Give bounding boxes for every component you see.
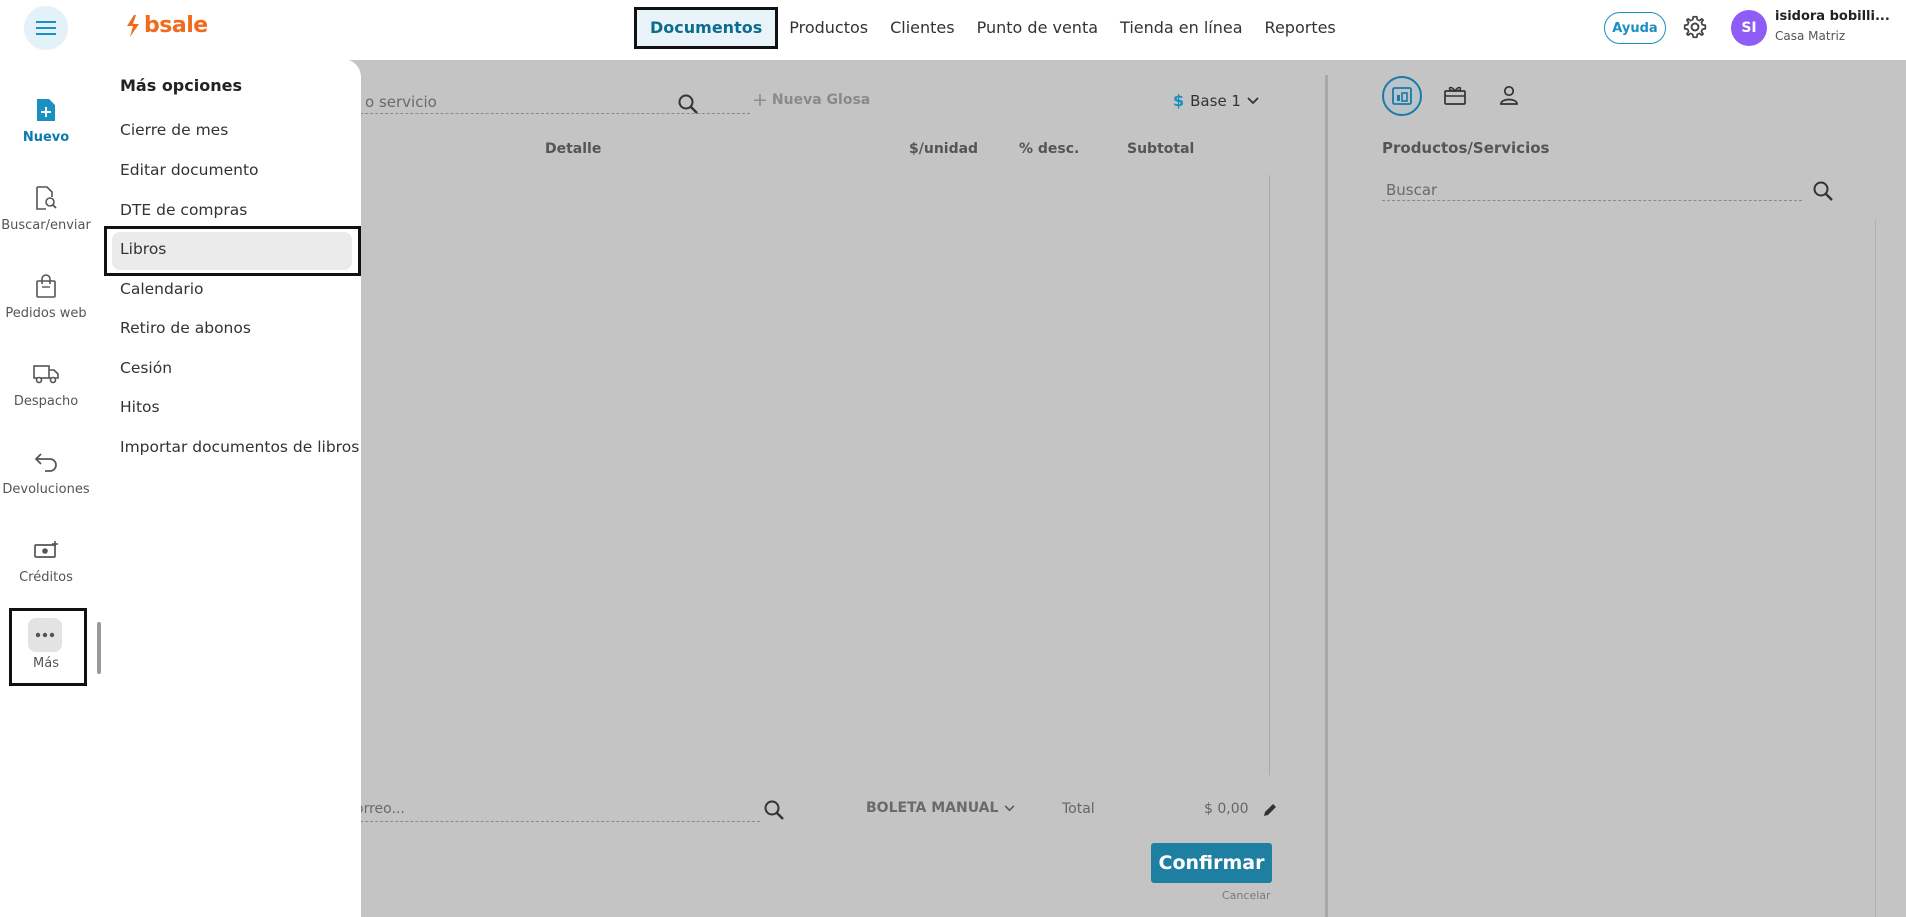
cancel-link[interactable]: Cancelar [1222, 889, 1271, 902]
confirm-button[interactable]: Confirmar [1151, 843, 1272, 883]
column-header-discount: % desc. [1019, 141, 1080, 157]
credit-money-icon [32, 536, 60, 564]
products-grid-icon [1392, 87, 1412, 105]
rail-item-despacho[interactable]: Despacho [0, 360, 92, 409]
document-editor-panel: o servicio + Nueva Glosa $ Base 1 Detall… [270, 75, 1328, 917]
product-list-search-underline [1382, 200, 1802, 201]
customer-email-input[interactable]: orreo... [355, 801, 405, 817]
panel-scroll-track [1875, 220, 1876, 917]
gear-icon[interactable] [1682, 14, 1708, 40]
rail-item-label: Devoluciones [2, 482, 90, 497]
nav-punto-de-venta[interactable]: Punto de venta [966, 7, 1109, 49]
truck-icon [32, 360, 60, 388]
rail-item-label: Buscar/enviar [1, 218, 91, 233]
search-document-icon [32, 184, 60, 212]
menu-item-libros[interactable]: Libros [120, 240, 166, 258]
document-type-value: BOLETA MANUAL [866, 800, 999, 816]
help-button[interactable]: Ayuda [1604, 12, 1666, 44]
rail-item-label: Despacho [13, 394, 79, 409]
total-label: Total [1062, 801, 1095, 817]
product-search-input[interactable]: o servicio [365, 93, 437, 111]
main-nav: Documentos Productos Clientes Punto de v… [634, 7, 1347, 49]
products-side-panel: Productos/Servicios Buscar [1330, 60, 1906, 917]
user-name[interactable]: isidora bobilli... [1775, 9, 1890, 24]
currency-symbol: $ [1173, 91, 1185, 110]
document-type-select[interactable]: BOLETA MANUAL [866, 800, 1015, 816]
menu-item-hitos[interactable]: Hitos [120, 398, 160, 416]
menu-item-dte-de-compras[interactable]: DTE de compras [120, 201, 247, 219]
new-document-icon [32, 96, 60, 124]
menu-item-editar-documento[interactable]: Editar documento [120, 161, 259, 179]
rail-item-label: Más [33, 656, 59, 671]
customer-person-icon[interactable] [1498, 84, 1520, 106]
plus-icon: + [752, 89, 768, 111]
tab-products[interactable] [1382, 76, 1422, 116]
gift-card-icon[interactable] [1443, 84, 1467, 106]
rail-item-pedidos-web[interactable]: Pedidos web [0, 272, 92, 321]
bsale-logo-icon [127, 14, 139, 37]
nav-documentos[interactable]: Documentos [634, 7, 779, 49]
drawer-title: Más opciones [120, 76, 242, 95]
nav-productos[interactable]: Productos [778, 7, 879, 49]
search-icon[interactable] [677, 93, 699, 115]
menu-item-cesion[interactable]: Cesión [120, 359, 172, 377]
more-dots-icon [28, 618, 62, 652]
shopping-bag-icon [32, 272, 60, 300]
rail-item-label: Créditos [19, 570, 73, 585]
price-list-select[interactable]: $ Base 1 [1173, 91, 1259, 110]
menu-item-retiro-de-abonos[interactable]: Retiro de abonos [120, 319, 251, 337]
search-icon[interactable] [1812, 180, 1834, 202]
more-options-drawer: Más opciones Cierre de mes Editar docume… [101, 59, 361, 917]
rail-item-label: Pedidos web [5, 306, 87, 321]
products-section-title: Productos/Servicios [1382, 139, 1550, 157]
edit-pencil-icon[interactable] [1262, 802, 1278, 818]
nav-reportes[interactable]: Reportes [1254, 7, 1347, 49]
logo-text: bsale [144, 13, 208, 38]
rail-item-buscar-enviar[interactable]: Buscar/enviar [0, 184, 92, 233]
rail-item-creditos[interactable]: Créditos [0, 536, 92, 585]
column-header-unit-price: $/unidad [909, 141, 979, 157]
table-scroll-track [1269, 175, 1270, 775]
avatar[interactable]: SI [1731, 10, 1767, 46]
search-icon[interactable] [763, 799, 785, 821]
menu-toggle-button[interactable] [24, 6, 68, 50]
menu-item-importar-documentos-de-libros[interactable]: Importar documentos de libros [120, 438, 359, 456]
bsale-logo[interactable]: bsale [124, 13, 208, 38]
nav-tienda-en-linea[interactable]: Tienda en línea [1109, 7, 1254, 49]
menu-item-cierre-de-mes[interactable]: Cierre de mes [120, 121, 228, 139]
product-list-search-input[interactable]: Buscar [1386, 181, 1437, 199]
add-gloss-label: Nueva Glosa [771, 92, 871, 108]
chevron-down-icon [1247, 96, 1259, 104]
add-gloss-button[interactable]: + Nueva Glosa [752, 89, 871, 111]
email-underline [350, 821, 760, 822]
left-rail: Nuevo Buscar/enviar Pedidos web Despacho… [0, 60, 101, 917]
user-branch: Casa Matriz [1775, 29, 1846, 43]
rail-item-nuevo[interactable]: Nuevo [0, 96, 92, 145]
rail-item-devoluciones[interactable]: Devoluciones [0, 448, 92, 497]
rail-item-label: Nuevo [22, 130, 70, 145]
column-header-detalle: Detalle [545, 141, 602, 157]
top-header: bsale Documentos Productos Clientes Punt… [0, 0, 1906, 60]
total-value: $ 0,00 [1204, 801, 1249, 817]
column-header-subtotal: Subtotal [1127, 141, 1195, 157]
hamburger-icon [36, 21, 56, 35]
chevron-down-icon [1004, 804, 1015, 811]
return-arrow-icon [32, 448, 60, 476]
menu-item-calendario[interactable]: Calendario [120, 280, 204, 298]
price-list-value: Base 1 [1190, 91, 1241, 110]
nav-clientes[interactable]: Clientes [879, 7, 966, 49]
